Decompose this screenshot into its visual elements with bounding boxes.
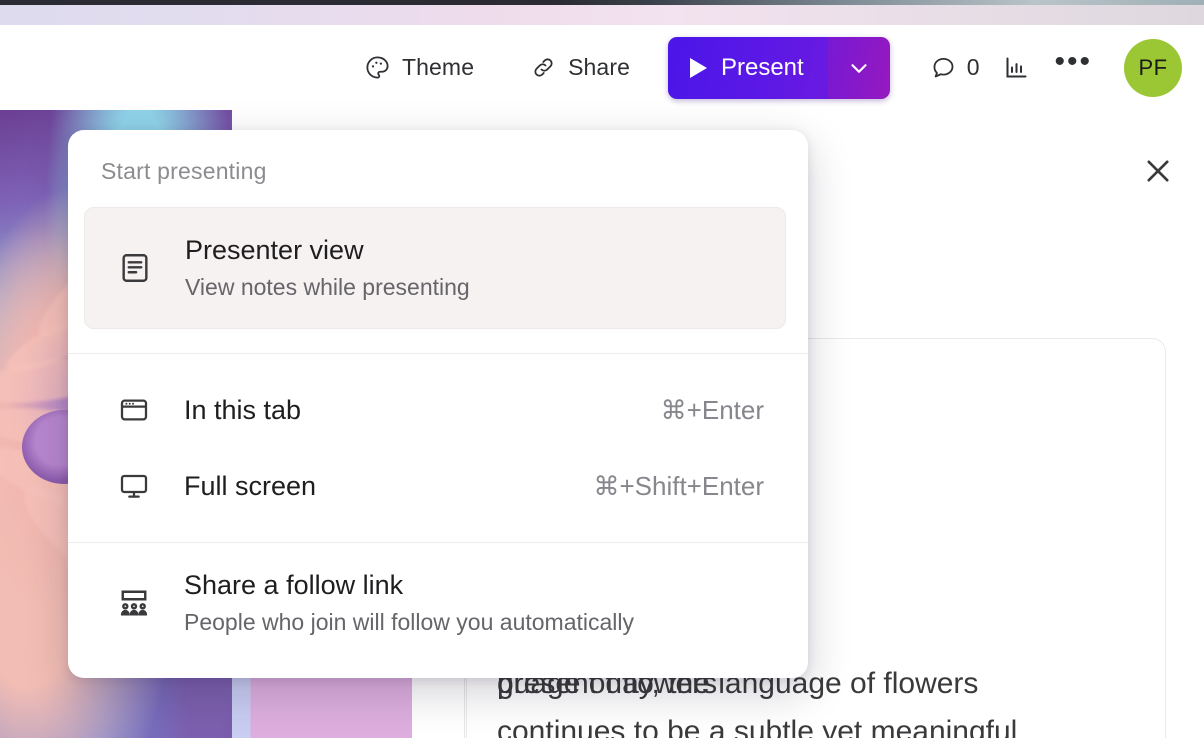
close-button[interactable] (1139, 152, 1177, 190)
app-root: ers ose symbolizing love sy representing… (0, 0, 1204, 738)
browser-chrome-strip (0, 5, 1204, 25)
present-options-popover: Start presenting Presenter view View not… (68, 130, 808, 678)
theme-button[interactable]: Theme (354, 48, 484, 87)
comments-count: 0 (966, 54, 980, 80)
slide-divider (464, 673, 465, 738)
popover-title: Start presenting (101, 158, 267, 184)
in-this-tab-label: In this tab (184, 394, 302, 425)
bar-chart-icon (1003, 54, 1030, 81)
link-icon (530, 54, 557, 81)
present-dropdown-button[interactable] (827, 36, 890, 99)
close-icon (1141, 154, 1175, 188)
in-this-tab-shortcut: ⌘+Enter (660, 394, 764, 425)
avatar-initials: PF (1138, 54, 1168, 80)
follow-link-subtitle: People who join will follow you automati… (184, 609, 635, 635)
top-toolbar: Theme Share Present 0 ••• PF (0, 25, 1204, 110)
notes-document-icon (85, 251, 185, 285)
presenter-view-title: Presenter view (185, 235, 364, 265)
share-label: Share (568, 54, 630, 80)
full-screen-label: Full screen (184, 470, 317, 501)
browser-window-icon (84, 394, 184, 426)
presentation-audience-icon (84, 585, 184, 621)
present-button[interactable]: Present (667, 36, 828, 99)
play-icon (689, 57, 707, 78)
follow-link-title: Share a follow link (184, 570, 404, 600)
presenter-view-option[interactable]: Presenter view View notes while presenti… (84, 207, 786, 329)
share-button[interactable]: Share (520, 48, 640, 87)
analytics-button[interactable] (991, 46, 1042, 89)
ellipsis-icon: ••• (1054, 44, 1092, 78)
present-split-button: Present (667, 36, 890, 99)
slide-thumbnail-strip[interactable] (232, 673, 464, 738)
full-screen-option[interactable]: Full screen ⌘+Shift+Enter (68, 448, 808, 524)
theme-label: Theme (402, 54, 475, 80)
full-screen-shortcut: ⌘+Shift+Enter (593, 470, 764, 501)
presenter-view-subtitle: View notes while presenting (185, 274, 470, 300)
comment-icon (930, 54, 957, 81)
chevron-down-icon (846, 55, 872, 81)
palette-icon (364, 54, 391, 81)
present-label: Present (720, 53, 804, 81)
more-options-button[interactable]: ••• (1042, 44, 1104, 87)
avatar[interactable]: PF (1124, 38, 1182, 97)
monitor-icon (84, 470, 184, 502)
slide-body-line: continues to be a subtle yet meaningful (497, 715, 1018, 738)
in-this-tab-option[interactable]: In this tab ⌘+Enter (68, 372, 808, 448)
share-follow-link-option[interactable]: Share a follow link People who join will… (68, 543, 808, 663)
comments-button[interactable]: 0 (918, 46, 992, 89)
